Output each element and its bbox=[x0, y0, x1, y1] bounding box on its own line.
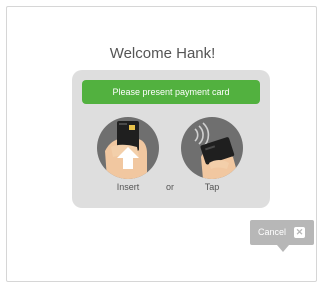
cancel-button[interactable]: Cancel ✕ bbox=[250, 220, 314, 245]
cancel-tooltip-pointer bbox=[277, 245, 289, 252]
insert-label: Insert bbox=[116, 182, 140, 192]
welcome-title: Welcome Hank! bbox=[109, 45, 216, 62]
close-icon[interactable]: ✕ bbox=[294, 227, 305, 238]
contactless-tap-icon[interactable] bbox=[181, 117, 243, 179]
or-label: or bbox=[165, 182, 174, 192]
cancel-label: Cancel bbox=[258, 227, 287, 237]
present-card-banner: Please present payment card bbox=[82, 80, 260, 104]
card-insert-icon[interactable] bbox=[97, 117, 159, 179]
tap-label: Tap bbox=[204, 182, 220, 192]
